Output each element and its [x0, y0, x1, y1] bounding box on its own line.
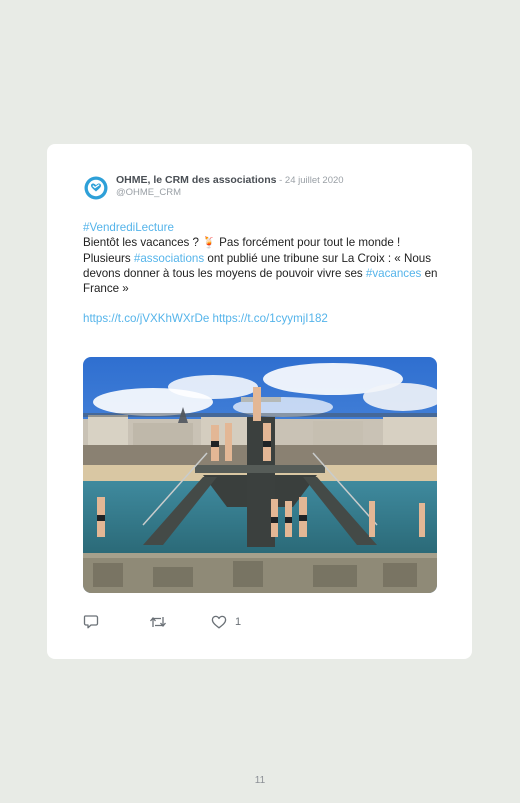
tweet-links: https://t.co/jVXKhWXrDe https://t.co/1cy…: [83, 311, 443, 326]
retweet-icon: [150, 616, 166, 627]
tweet-date[interactable]: - 24 juillet 2020: [276, 175, 343, 186]
tweet-line-1: Bientôt les vacances ?: [83, 236, 203, 249]
like-button[interactable]: 1: [211, 615, 241, 629]
tweet-photo[interactable]: [83, 357, 437, 593]
author-name[interactable]: OHME, le CRM des associations: [116, 174, 276, 186]
tweet-link-1[interactable]: https://t.co/jVXKhWXrDe: [83, 312, 209, 325]
hashtag-vendredilecture[interactable]: #VendrediLecture: [83, 221, 174, 234]
diving-platform-photo: [83, 357, 437, 593]
reply-icon: [83, 615, 99, 629]
retweet-button[interactable]: [149, 615, 211, 629]
tweet-card: OHME, le CRM des associations - 24 juill…: [47, 144, 472, 659]
tweet-line-1-rest: Pas forcément pour tout le monde !: [215, 236, 401, 249]
ohme-logo-avatar[interactable]: [84, 176, 108, 200]
tweet-paragraph-1: #VendrediLecture Bientôt les vacances ? …: [83, 220, 443, 296]
hashtag-vacances[interactable]: #vacances: [366, 267, 421, 280]
tweet-actions: 1: [83, 614, 241, 629]
tweet-link-2[interactable]: https://t.co/1cyymjI182: [213, 312, 328, 325]
hashtag-associations[interactable]: #associations: [134, 252, 204, 265]
tweet-text: #VendrediLecture Bientôt les vacances ? …: [83, 220, 443, 326]
cocktail-emoji-icon: 🍹: [202, 237, 216, 249]
reply-button[interactable]: [83, 614, 149, 629]
ohme-logo-icon: [84, 176, 108, 200]
heart-icon: [211, 615, 227, 628]
tweet-author-line: OHME, le CRM des associations - 24 juill…: [116, 174, 344, 186]
author-handle[interactable]: @OHME_CRM: [116, 187, 181, 198]
like-count: 1: [235, 615, 242, 628]
page-number: 11: [254, 775, 266, 786]
tweet-line-2-pre: Plusieurs: [83, 252, 134, 265]
